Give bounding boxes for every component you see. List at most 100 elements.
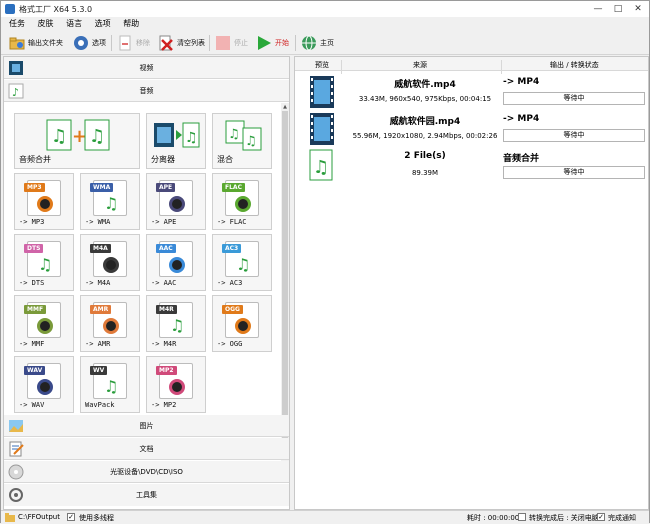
format-tag: OGG xyxy=(222,305,243,314)
splitter-tile[interactable]: ♫ 分离器 xyxy=(146,113,206,169)
format-tile-ape[interactable]: APE -> APE xyxy=(146,173,206,230)
menu-skin[interactable]: 皮肤 xyxy=(38,17,54,31)
home-button[interactable]: 主页 xyxy=(301,33,334,53)
format-tile-m4r[interactable]: M4R ♫ -> M4R xyxy=(146,295,206,352)
category-video-label: 视频 xyxy=(139,64,154,72)
task-table-header: 预览 来源 输出 / 转换状态 xyxy=(295,57,648,74)
speaker-icon xyxy=(169,379,185,395)
format-tile-wv[interactable]: WV ♫ WavPack xyxy=(80,356,140,413)
format-tile-label: -> WMA xyxy=(85,218,111,226)
mmf-file-icon: MMF xyxy=(24,302,61,338)
job-status-button[interactable]: 等待中 xyxy=(503,92,645,105)
format-tag: MP3 xyxy=(24,183,45,192)
video-file-thumbnail xyxy=(309,75,335,109)
format-tile-label: -> APE xyxy=(151,218,177,226)
function-panel: 视频 ♪ 音频 ♫ + ♫ 音频合并 ♫ 分离器 ♫ ♫ 混合 MP3 -> M… xyxy=(3,56,290,510)
format-tile-mp3[interactable]: MP3 -> MP3 xyxy=(14,173,74,230)
mix-tile[interactable]: ♫ ♫ 混合 xyxy=(212,113,272,169)
multithread-checkbox[interactable]: ✓ xyxy=(67,513,75,521)
scroll-thumb[interactable] xyxy=(282,111,288,459)
category-audio[interactable]: ♪ 音频 xyxy=(4,80,289,102)
job-source-meta: 55.96M, 1920x1080, 2.94Mbps, 00:02:26 xyxy=(352,132,498,140)
output-folder-button[interactable]: 输出文件夹 xyxy=(9,33,63,53)
category-video[interactable]: 视频 xyxy=(4,57,289,79)
audio-merge-tile[interactable]: ♫ + ♫ 音频合并 xyxy=(14,113,140,169)
close-icon[interactable]: ✕ xyxy=(629,3,647,15)
ape-file-icon: APE xyxy=(156,180,193,216)
format-tile-label: WavPack xyxy=(85,401,115,409)
minimize-icon[interactable]: — xyxy=(589,3,607,15)
svg-text:♫: ♫ xyxy=(89,126,105,147)
job-status-button[interactable]: 等待中 xyxy=(503,166,645,179)
task-row[interactable]: 威航软件园.mp4 55.96M, 1920x1080, 2.94Mbps, 00… xyxy=(295,110,648,148)
format-tile-ac3[interactable]: AC3 ♫ -> AC3 xyxy=(212,234,272,291)
menu-help[interactable]: 帮助 xyxy=(123,17,139,31)
clear-list-button[interactable]: 清空列表 xyxy=(158,33,205,53)
after-convert-checkbox[interactable] xyxy=(518,513,526,521)
format-tile-label: -> OGG xyxy=(217,340,243,348)
flac-file-icon: FLAC xyxy=(222,180,259,216)
toolbar: 输出文件夹 选项 移除 清空列表 停止 开始 主页 xyxy=(1,31,649,55)
task-list-panel: 预览 来源 输出 / 转换状态 威航软件.mp4 33.43M, 960x540,… xyxy=(294,56,649,510)
wv-file-icon: WV ♫ xyxy=(90,363,127,399)
format-tile-mp2[interactable]: MP2 -> MP2 xyxy=(146,356,206,413)
options-button[interactable]: 选项 xyxy=(73,33,106,53)
preview-column-header[interactable]: 预览 xyxy=(315,60,329,70)
format-tile-wma[interactable]: WMA ♫ -> WMA xyxy=(80,173,140,230)
format-tile-ogg[interactable]: OGG -> OGG xyxy=(212,295,272,352)
category-tools[interactable]: 工具集 xyxy=(4,484,289,506)
format-tag: M4A xyxy=(90,244,111,253)
ac3-file-icon: AC3 ♫ xyxy=(222,241,259,277)
output-status-column-header[interactable]: 输出 / 转换状态 xyxy=(550,60,599,70)
speaker-icon xyxy=(103,257,119,273)
splitter-label: 分离器 xyxy=(151,155,175,164)
job-output-target: -> MP4 xyxy=(503,114,540,124)
category-document[interactable]: 文档 xyxy=(4,438,289,460)
format-tile-label: -> M4A xyxy=(85,279,111,287)
music-note-icon: ♫ xyxy=(170,316,185,335)
job-source-meta: 89.39M xyxy=(411,169,439,177)
maximize-icon[interactable]: □ xyxy=(609,3,627,15)
job-status-button[interactable]: 等待中 xyxy=(503,129,645,142)
format-tile-label: -> MP3 xyxy=(19,218,45,226)
format-tile-mmf[interactable]: MMF -> MMF xyxy=(14,295,74,352)
start-button[interactable]: 开始 xyxy=(256,33,289,53)
format-tile-aac[interactable]: AAC -> AAC xyxy=(146,234,206,291)
output-folder-label: 输出文件夹 xyxy=(28,39,63,47)
category-disc-label: 光驱设备\DVD\CD\ISO xyxy=(110,468,183,476)
format-tile-label: -> MP2 xyxy=(151,401,177,409)
toolbar-separator xyxy=(209,35,210,51)
start-label: 开始 xyxy=(275,39,289,47)
wma-file-icon: WMA ♫ xyxy=(90,180,127,216)
music-note-icon: ♫ xyxy=(104,194,119,213)
speaker-icon xyxy=(37,196,53,212)
notify-checkbox[interactable]: ✓ xyxy=(597,513,605,521)
aac-file-icon: AAC xyxy=(156,241,193,277)
category-image[interactable]: 图片 xyxy=(4,415,289,437)
menu-task[interactable]: 任务 xyxy=(9,17,25,31)
music-note-icon: ♫ xyxy=(236,255,251,274)
remove-button[interactable]: 移除 xyxy=(117,33,150,53)
menu-language[interactable]: 语言 xyxy=(66,17,82,31)
category-disc[interactable]: 光驱设备\DVD\CD\ISO xyxy=(4,461,289,483)
mix-label: 混合 xyxy=(217,155,233,164)
format-tile-dts[interactable]: DTS ♫ -> DTS xyxy=(14,234,74,291)
svg-text:♫: ♫ xyxy=(245,134,257,149)
scroll-up-icon[interactable]: ▲ xyxy=(281,103,289,111)
stop-button[interactable]: 停止 xyxy=(215,33,248,53)
task-row[interactable]: ♫ 2 File(s) 89.39M 音频合并 等待中 xyxy=(295,147,648,185)
task-row[interactable]: 威航软件.mp4 33.43M, 960x540, 975Kbps, 00:04:… xyxy=(295,73,648,111)
format-tile-amr[interactable]: AMR -> AMR xyxy=(80,295,140,352)
format-tile-wav[interactable]: WAV -> WAV xyxy=(14,356,74,413)
format-tag: APE xyxy=(156,183,176,192)
ogg-file-icon: OGG xyxy=(222,302,259,338)
menu-options[interactable]: 选项 xyxy=(95,17,111,31)
m4r-file-icon: M4R ♫ xyxy=(156,302,193,338)
audio-file-thumbnail: ♫ xyxy=(309,149,335,183)
format-tile-m4a[interactable]: M4A -> M4A xyxy=(80,234,140,291)
svg-text:♫: ♫ xyxy=(185,130,198,146)
source-column-header[interactable]: 来源 xyxy=(413,60,427,70)
format-tile-flac[interactable]: FLAC -> FLAC xyxy=(212,173,272,230)
category-audio-label: 音频 xyxy=(139,87,154,95)
output-path-text[interactable]: C:\FFOutput xyxy=(18,513,60,521)
